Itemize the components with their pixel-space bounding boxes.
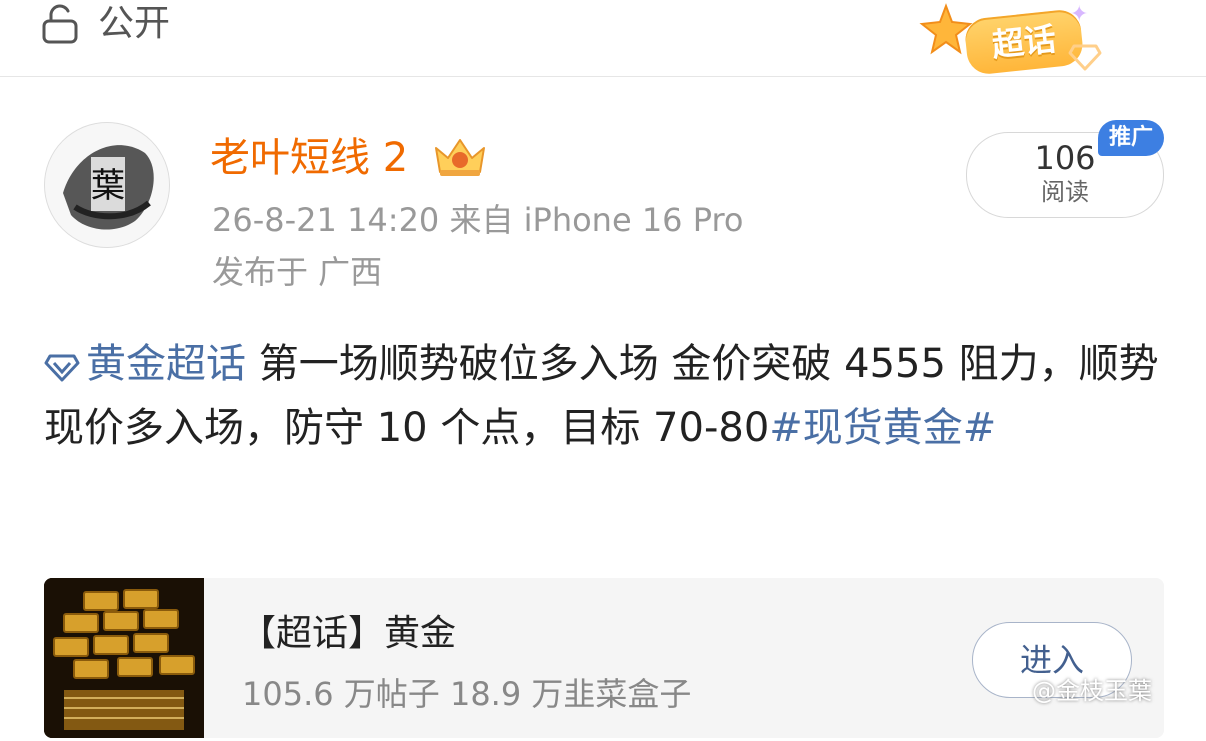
avatar-image: 葉 (45, 123, 169, 247)
post-location: 发布于 广西 (212, 253, 383, 291)
supertopic-badge[interactable]: 超话 ✦ (918, 2, 1108, 80)
crown-icon (435, 139, 485, 176)
lock-icon (42, 4, 78, 44)
card-title: 【超话】黄金 (240, 613, 457, 654)
topic-card[interactable]: 【超话】黄金 105.6 万帖子 18.9 万韭菜盒子 进入 (44, 578, 1164, 738)
svg-text:葉: 葉 (91, 166, 125, 206)
hashtag-link[interactable]: #现货黄金# (769, 405, 996, 451)
card-stats: 105.6 万帖子 18.9 万韭菜盒子 (242, 675, 692, 713)
topic-link[interactable]: 黄金超话 (86, 341, 246, 387)
watermark: @金枝玉葉 (1032, 677, 1152, 705)
top-bar: 公开 超话 ✦ (0, 0, 1206, 77)
badge-label: 超话 (990, 19, 1058, 65)
privacy-label[interactable]: 公开 (98, 0, 170, 48)
supertopic-diamond-icon (44, 354, 80, 382)
author-name[interactable]: 老叶短线 2 (210, 132, 408, 184)
post-body: 黄金超话 第一场顺势破位多入场 金价突破 4555 阻力，顺势现价多入场，防守 … (44, 332, 1168, 460)
badge-pill: 超话 (963, 8, 1085, 76)
author-avatar[interactable]: 葉 (44, 122, 170, 248)
sparkle-icon: ✦ (1070, 2, 1089, 27)
post-meta: 26-8-21 14:20 来自 iPhone 16 Pro (212, 201, 744, 239)
read-label: 阅读 (1041, 178, 1089, 206)
promo-tag: 推广 (1098, 120, 1164, 156)
gold-bars-image (44, 578, 204, 738)
diamond-icon (1068, 44, 1102, 71)
